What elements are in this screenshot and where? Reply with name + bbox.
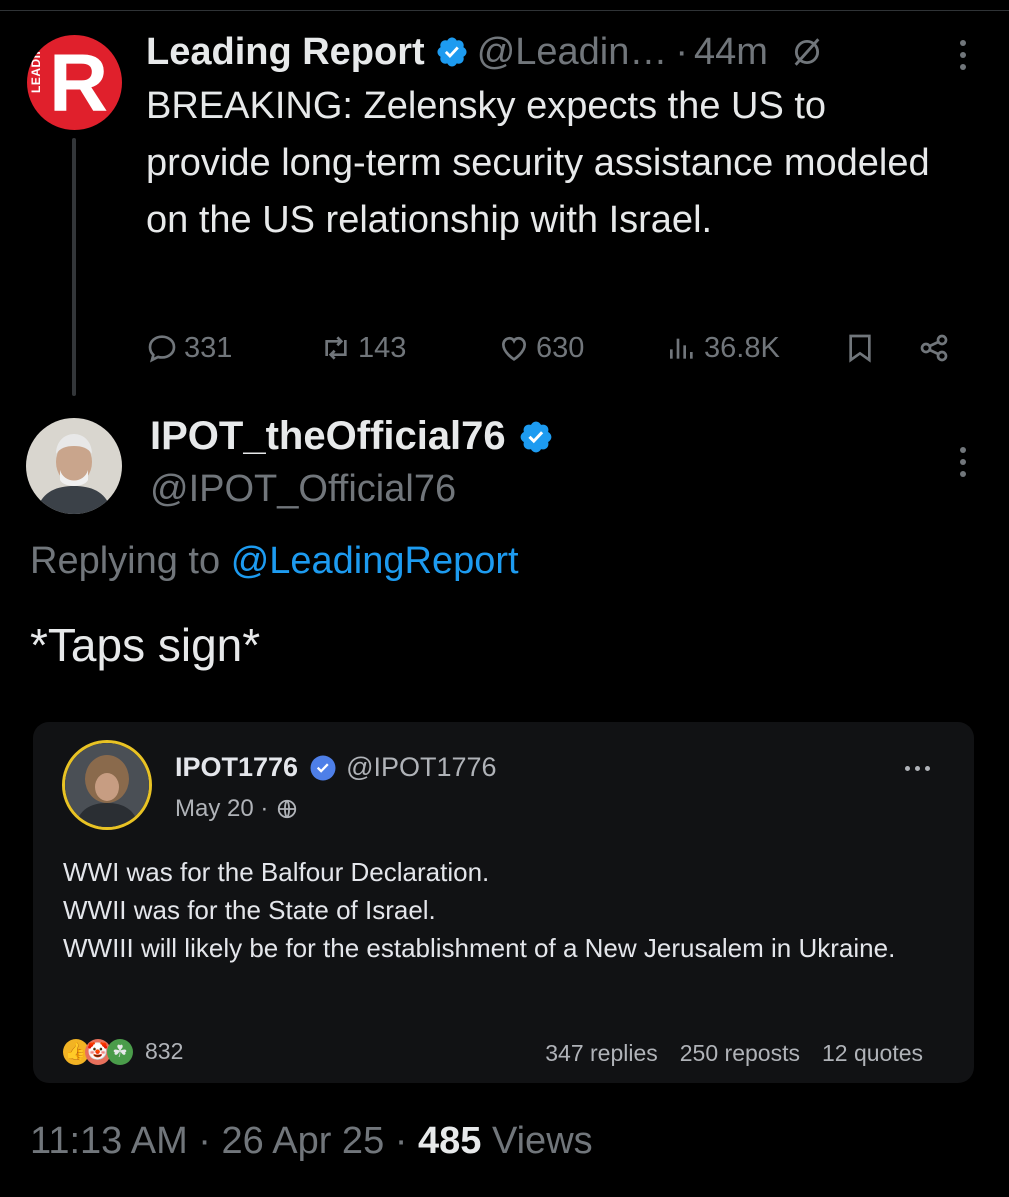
like-button[interactable]: 630: [498, 322, 584, 374]
embedded-handle: @IPOT1776: [346, 752, 497, 782]
embedded-line: WWIII will likely be for the establishme…: [63, 933, 896, 963]
portrait-image: [26, 418, 122, 514]
repost-icon: [325, 336, 347, 360]
verified-badge-icon: [437, 37, 467, 67]
share-icon: [920, 334, 948, 362]
embedded-date: May 20 ·: [175, 795, 269, 822]
reaction-count: 832: [145, 1038, 184, 1064]
embedded-replies: 347 replies: [545, 1040, 658, 1066]
reply-header: IPOT_theOfficial76: [150, 414, 562, 459]
parent-handle[interactable]: @Leadin…: [477, 31, 668, 74]
reply-icon: [148, 335, 176, 363]
parent-display-name[interactable]: Leading Report: [146, 31, 425, 74]
separator-dot: ·: [675, 30, 689, 73]
avatar-logo-text: LEADING: [29, 35, 43, 94]
more-horizontal-icon: [905, 766, 930, 771]
embedded-date-row: May 20 ·: [175, 795, 298, 823]
thread-connector: [72, 138, 76, 396]
embedded-header: IPOT1776 @IPOT1776: [175, 752, 497, 783]
separator-dot: ·: [198, 1120, 211, 1162]
embedded-post-image[interactable]: IPOT1776 @IPOT1776 May 20 · WWI was for …: [33, 722, 974, 1083]
bookmark-icon: [849, 334, 871, 363]
embedded-stats: 347 replies 250 reposts 12 quotes: [523, 1040, 923, 1067]
repost-count: 143: [358, 331, 407, 364]
more-vertical-icon[interactable]: [957, 447, 969, 477]
grok-icon[interactable]: [790, 35, 824, 69]
action-bar: 331 143 630 36.8K: [146, 322, 966, 374]
replying-to-line: Replying to @LeadingReport: [30, 540, 519, 583]
embedded-quotes: 12 quotes: [821, 1040, 923, 1066]
share-button[interactable]: [918, 322, 956, 374]
top-divider: [0, 10, 1009, 11]
embedded-display-name: IPOT1776: [175, 752, 299, 782]
clover-reaction-icon: ☘: [107, 1038, 133, 1065]
like-icon: [501, 336, 527, 361]
parent-tweet-header: Leading Report @Leadin… · 44m: [146, 28, 824, 76]
bookmark-button[interactable]: [844, 322, 882, 374]
embedded-avatar-photo: [65, 743, 149, 827]
reply-display-name[interactable]: IPOT_theOfficial76: [150, 414, 506, 459]
globe-icon: [278, 799, 297, 819]
leading-report-avatar[interactable]: R LEADING: [27, 35, 122, 130]
avatar-logo-letter: R: [49, 38, 109, 129]
reaction-summary: 👍 🤡 ☘ 832: [63, 1038, 183, 1065]
verified-badge-icon: [520, 421, 552, 452]
repost-button[interactable]: 143: [320, 322, 406, 374]
meta-views-label: Views: [491, 1120, 593, 1162]
replying-prefix: Replying to: [30, 540, 221, 582]
reply-text: *Taps sign*: [30, 619, 261, 671]
like-count: 630: [536, 331, 585, 364]
parent-time[interactable]: 44m: [694, 31, 768, 74]
views-button[interactable]: 36.8K: [666, 322, 780, 374]
parent-tweet-text: BREAKING: Zelensky expects the US to pro…: [146, 85, 930, 241]
embedded-line: WWI was for the Balfour Declaration.: [63, 857, 490, 887]
reply-count: 331: [184, 331, 233, 364]
reply-button[interactable]: 331: [146, 322, 232, 374]
views-icon: [670, 338, 693, 359]
replying-to-link[interactable]: @LeadingReport: [231, 540, 519, 582]
meta-time[interactable]: 11:13 AM: [30, 1120, 188, 1162]
embedded-reposts: 250 reposts: [679, 1040, 800, 1066]
embedded-footer: 👍 🤡 ☘ 832 347 replies 250 reposts 12 quote…: [63, 1036, 943, 1070]
views-count: 36.8K: [704, 331, 780, 364]
more-vertical-icon[interactable]: [957, 40, 969, 70]
meta-views-count: 485: [417, 1120, 482, 1162]
meta-date[interactable]: 26 Apr 25: [222, 1120, 385, 1162]
embedded-post-text: WWI was for the Balfour Declaration. WWI…: [63, 853, 943, 967]
separator-dot: ·: [394, 1120, 408, 1162]
verified-badge-icon: [310, 755, 336, 780]
tweet-meta: 11:13 AM · 26 Apr 25 · 485 Views: [30, 1120, 593, 1163]
embedded-avatar: [62, 740, 152, 830]
reply-handle[interactable]: @IPOT_Official76: [150, 468, 456, 511]
ipot-official-avatar[interactable]: [26, 418, 122, 514]
embedded-line: WWII was for the State of Israel.: [63, 895, 436, 925]
